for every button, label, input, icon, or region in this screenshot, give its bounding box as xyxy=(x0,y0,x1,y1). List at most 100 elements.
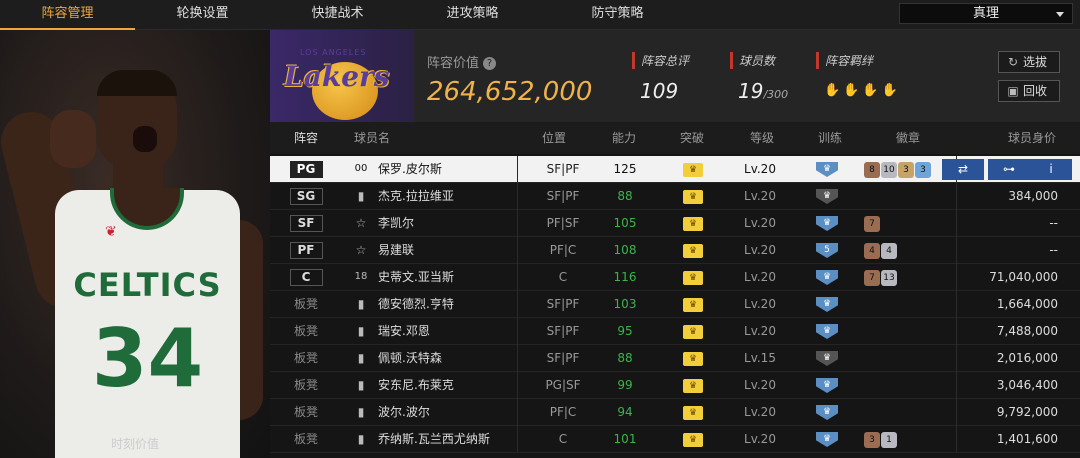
training-cell[interactable]: ♛ xyxy=(814,291,840,317)
crown-icon: ♛ xyxy=(683,378,703,393)
jersey-number-icon: 00 xyxy=(354,163,368,174)
table-row[interactable]: 板凳 ▮ 安东尼.布莱克 PG|SF 99 ♛ Lv.20 ♛ 3,046,400 xyxy=(270,372,1080,399)
breakthrough-cell[interactable]: ♛ xyxy=(678,183,708,209)
breakthrough-cell[interactable]: ♛ xyxy=(678,210,708,236)
table-row[interactable]: SG ▮ 杰克.拉拉维亚 SF|PF 88 ♛ Lv.20 ♛ 384,000 xyxy=(270,183,1080,210)
player-salary: -- xyxy=(1049,243,1058,257)
badges-cell[interactable]: 8 10 3 3 xyxy=(864,156,932,182)
column-divider xyxy=(517,237,518,264)
table-row[interactable]: 板凳 ▮ 瑞安.邓恩 SF|PF 95 ♛ Lv.20 ♛ 7,488,000 xyxy=(270,318,1080,345)
training-cell[interactable]: ♛ xyxy=(814,210,840,236)
slot-cell: 板凳 xyxy=(286,318,326,344)
column-divider xyxy=(517,156,518,183)
bond-icons[interactable]: ✋ ✋ ✋ ✋ xyxy=(816,79,901,98)
jersey-number: 34 xyxy=(91,312,204,405)
player-name[interactable]: 瑞安.邓恩 xyxy=(378,318,430,344)
swap-button[interactable]: ⇄ xyxy=(942,159,984,180)
player-salary: 2,016,000 xyxy=(996,351,1058,365)
player-position: SF|PF xyxy=(546,162,580,176)
badges-cell[interactable]: 31 xyxy=(864,426,898,452)
training-cell[interactable]: ♛ xyxy=(814,372,840,398)
slot-cell: PG xyxy=(286,156,326,182)
breakthrough-cell[interactable]: ♛ xyxy=(678,156,708,182)
recycle-button[interactable]: ▣ 回收 xyxy=(998,80,1060,102)
training-cell[interactable]: ♛ xyxy=(814,399,840,425)
table-row[interactable]: PF ☆ 易建联 PF|C 108 ♛ Lv.20 5 4 4 -- xyxy=(270,237,1080,264)
table-row[interactable]: C 18 史蒂文.亚当斯 C 116 ♛ Lv.20 ♛ 7 13 71,040,000 xyxy=(270,264,1080,291)
player-level: Lv.20 xyxy=(744,270,776,284)
table-row[interactable]: 板凳 ▮ 波尔.波尔 PF|C 94 ♛ Lv.20 ♛ 9,792,000 xyxy=(270,399,1080,426)
lineup-summary-header: LOS ANGELES Lakers 阵容价值? 264,652,000 阵容总… xyxy=(270,30,1080,122)
player-name[interactable]: 佩顿.沃特森 xyxy=(378,345,442,371)
player-level: Lv.20 xyxy=(744,405,776,419)
player-name[interactable]: 杰克.拉拉维亚 xyxy=(378,183,454,209)
tab-offense-strategy[interactable]: 进攻策略 xyxy=(405,0,540,30)
training-cell[interactable]: ♛ xyxy=(814,156,840,182)
table-row[interactable]: 板凳 ▮ 乔纳斯.瓦兰西尤纳斯 C 101 ♛ Lv.20 ♛ 3 1 1,401,600 xyxy=(270,426,1080,453)
tab-lineup-management[interactable]: 阵容管理 xyxy=(0,0,135,30)
lineup-value-block: 阵容价值? 264,652,000 xyxy=(427,52,592,107)
player-name[interactable]: 保罗.皮尔斯 xyxy=(378,156,442,182)
jersey-number-icon: 18 xyxy=(354,271,368,282)
breakthrough-cell[interactable]: ♛ xyxy=(678,426,708,452)
training-shield-icon: 5 xyxy=(816,243,838,258)
player-name[interactable]: 易建联 xyxy=(378,237,414,263)
breakthrough-cell[interactable]: ♛ xyxy=(678,399,708,425)
player-name[interactable]: 安东尼.布莱克 xyxy=(378,372,454,398)
column-divider xyxy=(956,318,957,345)
lineup-value: 264,652,000 xyxy=(427,77,593,107)
player-name[interactable]: 史蒂文.亚当斯 xyxy=(378,264,454,290)
player-table: PG 00 保罗.皮尔斯 SF|PF 125 ♛ Lv.20 ♛ 8 10 3 3 ⇄ ⊶ i SG ▮ 杰克.拉… xyxy=(270,156,1080,453)
crown-icon: ♛ xyxy=(683,351,703,366)
info-button[interactable]: i xyxy=(1030,159,1072,180)
breakthrough-cell[interactable]: ♛ xyxy=(678,264,708,290)
lineup-rating: 109 xyxy=(640,79,679,103)
select-players-button[interactable]: ↻ 选拔 xyxy=(998,51,1060,73)
badges-cell[interactable]: 44 xyxy=(864,237,898,263)
breakthrough-cell[interactable]: ♛ xyxy=(678,372,708,398)
tab-defense-strategy[interactable]: 防守策略 xyxy=(550,0,685,30)
position-badge: PF xyxy=(289,242,323,259)
player-ability: 103 xyxy=(613,297,637,311)
column-divider xyxy=(517,183,518,210)
badges-cell[interactable]: 7 13 xyxy=(864,264,898,290)
training-cell[interactable]: ♛ xyxy=(814,183,840,209)
training-cell[interactable]: ♛ xyxy=(814,264,840,290)
player-name[interactable]: 李凯尔 xyxy=(378,210,414,236)
breakthrough-cell[interactable]: ♛ xyxy=(678,291,708,317)
training-cell[interactable]: ♛ xyxy=(814,345,840,371)
player-name[interactable]: 乔纳斯.瓦兰西尤纳斯 xyxy=(378,426,490,452)
badges-cell[interactable]: 7 xyxy=(864,210,881,236)
player-salary: 3,046,400 xyxy=(996,378,1058,392)
stats-bars-icon: ▮ xyxy=(357,351,365,365)
breakthrough-cell[interactable]: ♛ xyxy=(678,345,708,371)
select-button-label: 选拔 xyxy=(1023,55,1048,69)
breakthrough-cell[interactable]: ♛ xyxy=(678,318,708,344)
bench-label: 板凳 xyxy=(293,351,318,365)
player-ability: 88 xyxy=(617,189,633,203)
column-divider xyxy=(956,183,957,210)
stats-bars-icon: ▮ xyxy=(357,405,365,419)
mode-dropdown[interactable]: 真理 xyxy=(899,3,1073,24)
training-cell[interactable]: ♛ xyxy=(814,318,840,344)
crown-icon: ♛ xyxy=(683,216,703,231)
player-name[interactable]: 波尔.波尔 xyxy=(378,399,430,425)
stats-bars-icon: ▮ xyxy=(357,297,365,311)
column-divider xyxy=(956,237,957,264)
breakthrough-cell[interactable]: ♛ xyxy=(678,237,708,263)
training-cell[interactable]: ♛ xyxy=(814,426,840,452)
training-shield-icon: ♛ xyxy=(816,405,838,420)
help-icon[interactable]: ? xyxy=(483,57,497,70)
dumbbell-button[interactable]: ⊶ xyxy=(988,159,1030,180)
tab-quick-tactics[interactable]: 快捷战术 xyxy=(270,0,405,30)
table-row[interactable]: SF ☆ 李凯尔 PF|SF 105 ♛ Lv.20 ♛ 7 -- xyxy=(270,210,1080,237)
table-row[interactable]: PG 00 保罗.皮尔斯 SF|PF 125 ♛ Lv.20 ♛ 8 10 3 3 ⇄ ⊶ i xyxy=(270,156,1080,183)
training-shield-icon: ♛ xyxy=(816,189,838,204)
training-shield-icon: ♛ xyxy=(816,324,838,339)
table-row[interactable]: 板凳 ▮ 德安德烈.亨特 SF|PF 103 ♛ Lv.20 ♛ 1,664,000 xyxy=(270,291,1080,318)
training-cell[interactable]: 5 xyxy=(814,237,840,263)
player-name[interactable]: 德安德烈.亨特 xyxy=(378,291,454,317)
jersey-team-name: CELTICS xyxy=(73,266,222,304)
table-row[interactable]: 板凳 ▮ 佩顿.沃特森 SF|PF 88 ♛ Lv.15 ♛ 2,016,000 xyxy=(270,345,1080,372)
tab-rotation-settings[interactable]: 轮换设置 xyxy=(135,0,270,30)
